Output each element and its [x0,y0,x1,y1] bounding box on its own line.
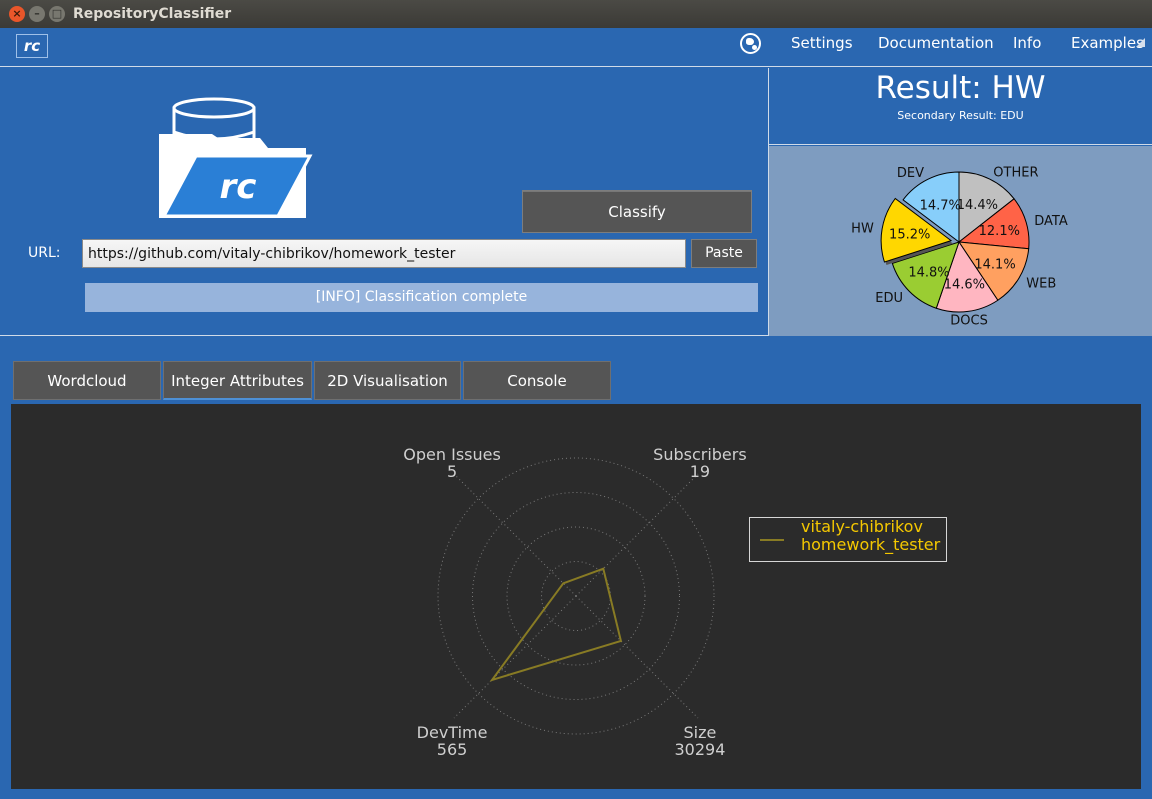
tab-console[interactable]: Console [463,361,611,400]
pie-category-label: HW [851,222,874,237]
repository-folder-icon: rc [156,94,314,222]
pie-percent-label: 14.1% [974,258,1015,273]
pie-percent-label: 14.8% [908,265,949,280]
menu-documentation[interactable]: Documentation [878,34,994,52]
paste-button[interactable]: Paste [691,239,757,268]
url-input[interactable]: https://github.com/vitaly-chibrikov/home… [82,239,686,268]
window-title: RepositoryClassifier [73,6,232,22]
legend-series-swatch [760,539,784,541]
pie-category-label: DOCS [950,314,988,329]
menu-info[interactable]: Info [1013,34,1041,52]
secondary-result: Secondary Result: EDU [897,109,1024,122]
legend-series-label: vitaly-chibrikov homework_tester [801,518,940,554]
pie-category-label: OTHER [993,166,1038,181]
window-maximize-button[interactable]: □ [49,6,65,22]
pie-chart-panel: 14.4% OTHER 12.1% DATA 14.1% WEB 14.6% DOCS 14.8… [769,146,1152,336]
menubar: rc Settings Documentation Info Examples [0,28,1152,67]
radar-spoke [453,595,577,719]
app-logo-icon: rc [16,34,48,58]
pie-percent-label: 14.7% [920,198,961,213]
radar-axis-value: 30294 [674,740,725,759]
radar-axis-value: 19 [690,462,710,481]
radar-axis-value: 565 [437,740,468,759]
result-title: Result: HW [875,70,1046,106]
window-titlebar: × – □ RepositoryClassifier [0,0,1152,28]
tab-wordcloud[interactable]: Wordcloud [13,361,161,400]
globe-icon[interactable] [740,33,761,54]
folder-logo-text: rc [220,167,257,207]
window-minimize-button[interactable]: – [29,6,45,22]
pie-chart: 14.4% OTHER 12.1% DATA 14.1% WEB 14.6% DOCS 14.8… [851,166,1068,329]
menu-examples[interactable]: Examples [1071,34,1144,52]
radar-axis-value: 5 [447,462,457,481]
dropdown-corner-icon [1136,38,1145,47]
pie-category-label: WEB [1026,276,1056,291]
radar-chart: Subscribers19Size30294DevTime565Open Iss… [403,445,746,759]
radar-spoke [453,473,577,597]
radar-spoke [575,473,699,597]
menu-settings[interactable]: Settings [791,34,853,52]
legend-line-2: homework_tester [801,535,941,554]
pie-category-label: DEV [897,166,924,181]
pie-percent-label: 12.1% [979,224,1020,239]
chart-legend: vitaly-chibrikov homework_tester [749,517,947,562]
legend-line-1: vitaly-chibrikov [801,517,923,536]
pie-percent-label: 15.2% [889,228,930,243]
tab-2d-visualisation[interactable]: 2D Visualisation [314,361,461,400]
pie-percent-label: 14.6% [944,278,985,293]
pie-category-label: EDU [875,291,903,306]
radar-spoke [575,595,699,719]
status-message: [INFO] Classification complete [85,283,758,312]
url-label: URL: [28,245,61,261]
radar-chart-area: Subscribers 19 Size 30294 DevTime 565 Open Iss… [11,404,1141,789]
tab-integer-attributes[interactable]: Integer Attributes [163,361,312,400]
pie-percent-label: 14.4% [957,198,998,213]
result-panel: Result: HW Secondary Result: EDU [769,68,1152,145]
classify-button[interactable]: Classify [522,190,752,233]
window-close-button[interactable]: × [9,6,25,22]
radar-series-polygon [489,567,623,682]
pie-category-label: DATA [1034,214,1068,229]
